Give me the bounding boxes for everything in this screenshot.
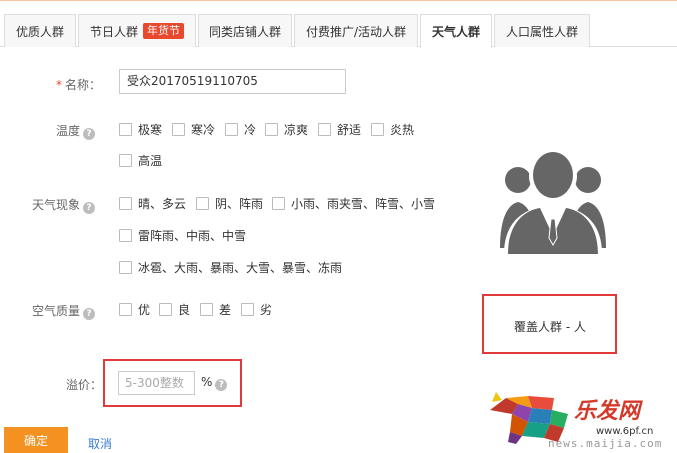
checkbox-label: 冰雹、大雨、暴雨、大雪、暴雪、冻雨: [138, 261, 343, 275]
checkbox-weather-severe[interactable]: 冰雹、大雨、暴雨、大雪、暴雪、冻雨: [119, 259, 342, 276]
tab-bar: 优质人群 节日人群 年货节 同类店铺人群 付费推广/活动人群 天气人群 人口属性人…: [4, 14, 592, 48]
checkbox-weather-light-rain[interactable]: 小雨、雨夹雪、阵雪、小雪: [272, 195, 435, 212]
checkbox-label: 高温: [138, 154, 163, 168]
checkbox-label: 阴、阵雨: [215, 197, 264, 211]
checkbox-box[interactable]: [119, 197, 132, 210]
checkbox-box[interactable]: [371, 123, 384, 136]
tab-similar-shop-crowd[interactable]: 同类店铺人群: [198, 14, 292, 47]
checkbox-label: 雷阵雨、中雨、中雪: [138, 229, 247, 243]
checkbox-label: 小雨、雨夹雪、阵雪、小雪: [291, 197, 436, 211]
cancel-link[interactable]: 取消: [88, 435, 112, 452]
required-mark: *: [56, 78, 62, 92]
checkbox-label: 良: [178, 303, 191, 317]
weather-label: 天气现象?: [32, 196, 96, 214]
tab-label: 人口属性人群: [505, 24, 578, 39]
checkbox-temp-chilly[interactable]: 冷: [225, 121, 256, 138]
checkbox-air-poor[interactable]: 差: [200, 301, 231, 318]
checkbox-box[interactable]: [119, 303, 132, 316]
name-label: * 名称：: [56, 76, 101, 93]
checkbox-label: 炎热: [390, 123, 415, 137]
name-input[interactable]: 受众20170519110705: [119, 69, 346, 94]
checkbox-temp-hot[interactable]: 炎热: [371, 121, 414, 138]
checkbox-weather-sunny[interactable]: 晴、多云: [119, 195, 186, 212]
premium-highlight-box: [103, 359, 242, 407]
tab-demographic-crowd[interactable]: 人口属性人群: [494, 14, 590, 47]
watermark-brand: 乐发网: [574, 398, 641, 424]
temperature-label-text: 温度: [56, 124, 81, 138]
checkbox-temp-comfortable[interactable]: 舒适: [318, 121, 361, 138]
checkbox-label: 凉爽: [284, 123, 309, 137]
help-icon[interactable]: ?: [83, 202, 96, 214]
checkbox-box[interactable]: [200, 303, 213, 316]
checkbox-label: 冷: [244, 123, 257, 137]
tab-holiday-crowd[interactable]: 节日人群 年货节: [78, 14, 196, 47]
checkbox-weather-thunder[interactable]: 雷阵雨、中雨、中雪: [119, 227, 246, 244]
checkbox-air-bad[interactable]: 劣: [241, 301, 272, 318]
checkbox-temp-cool[interactable]: 凉爽: [265, 121, 308, 138]
tab-label: 优质人群: [15, 24, 64, 39]
checkbox-label: 舒适: [337, 123, 362, 137]
checkbox-box[interactable]: [196, 197, 209, 210]
checkbox-label: 优: [138, 303, 151, 317]
watermark-site: www.6pf.cn: [596, 426, 654, 437]
air-quality-label-text: 空气质量: [32, 304, 81, 318]
crowd-icon: [500, 152, 606, 254]
checkbox-label: 极寒: [138, 123, 163, 137]
tab-paid-promo-crowd[interactable]: 付费推广/活动人群: [294, 14, 418, 47]
tab-weather-crowd[interactable]: 天气人群: [420, 14, 492, 48]
checkbox-label: 劣: [260, 303, 273, 317]
tab-quality-crowd[interactable]: 优质人群: [4, 14, 76, 47]
checkbox-label: 差: [219, 303, 232, 317]
checkbox-box[interactable]: [119, 261, 132, 274]
coverage-text: 覆盖人群 - 人: [514, 320, 586, 334]
checkbox-box[interactable]: [265, 123, 278, 136]
checkbox-box[interactable]: [172, 123, 185, 136]
checkbox-label: 寒冷: [191, 123, 216, 137]
checkbox-weather-overcast[interactable]: 阴、阵雨: [196, 195, 263, 212]
checkbox-air-good[interactable]: 良: [159, 301, 190, 318]
weather-label-text: 天气现象: [32, 198, 81, 212]
checkbox-box[interactable]: [318, 123, 331, 136]
help-icon[interactable]: ?: [83, 128, 96, 140]
tab-label: 同类店铺人群: [208, 24, 281, 39]
confirm-button[interactable]: 确定: [4, 427, 68, 453]
watermark-news: news.maijia.com: [548, 437, 663, 450]
checkbox-box[interactable]: [119, 154, 132, 167]
checkbox-box[interactable]: [241, 303, 254, 316]
checkbox-box[interactable]: [119, 123, 132, 136]
checkbox-temp-extreme-cold[interactable]: 极寒: [119, 121, 162, 138]
name-label-text: 名称：: [65, 78, 102, 92]
checkbox-label: 晴、多云: [138, 197, 187, 211]
checkbox-box[interactable]: [272, 197, 285, 210]
checkbox-air-excellent[interactable]: 优: [119, 301, 150, 318]
tab-label: 付费推广/活动人群: [305, 24, 407, 39]
checkbox-temp-high[interactable]: 高温: [119, 152, 162, 169]
checkbox-temp-cold[interactable]: 寒冷: [172, 121, 215, 138]
new-year-badge: 年货节: [143, 23, 184, 39]
air-quality-label: 空气质量?: [32, 302, 96, 320]
tab-label: 天气人群: [431, 25, 480, 39]
help-icon[interactable]: ?: [83, 308, 96, 320]
premium-label: 溢价：: [66, 378, 103, 392]
top-border: [0, 0, 677, 4]
checkbox-box[interactable]: [159, 303, 172, 316]
tab-label: 节日人群: [89, 24, 138, 39]
checkbox-box[interactable]: [225, 123, 238, 136]
temperature-label: 温度?: [56, 122, 96, 140]
checkbox-box[interactable]: [119, 229, 132, 242]
